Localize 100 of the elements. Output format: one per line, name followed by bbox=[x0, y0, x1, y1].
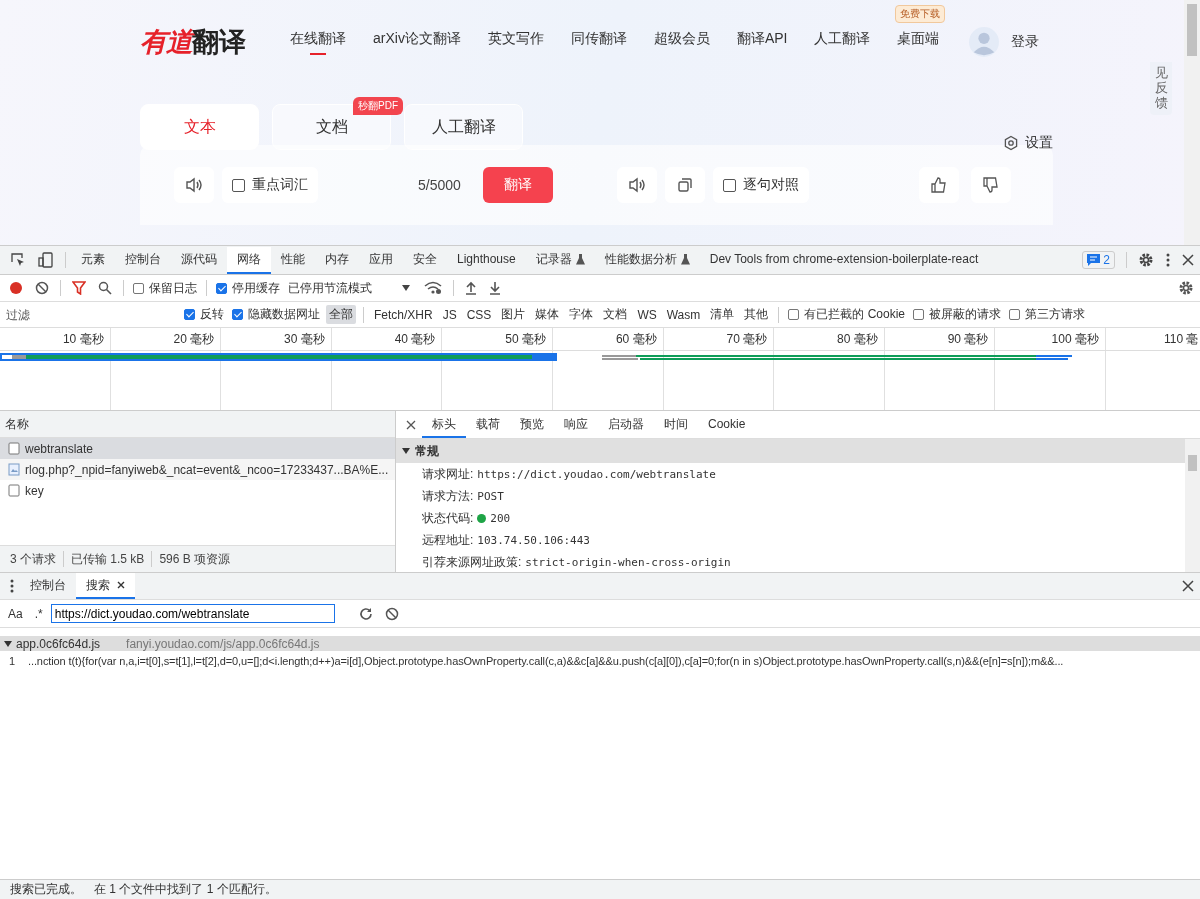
copy-button[interactable] bbox=[664, 167, 705, 203]
checkbox[interactable] bbox=[722, 178, 736, 192]
close-icon[interactable] bbox=[1182, 254, 1194, 266]
panel-tab[interactable]: Dev Tools from chrome-extension-boilerplate-react bbox=[699, 246, 989, 274]
filter-option-checkbox[interactable]: 被屏蔽的请求 bbox=[913, 306, 1001, 323]
detail-tab[interactable]: Cookie bbox=[698, 411, 756, 438]
nav-link[interactable]: 桌面端 bbox=[897, 27, 940, 57]
filter-option-checkbox[interactable]: 第三方请求 bbox=[1009, 306, 1085, 323]
device-toolbar-icon[interactable] bbox=[38, 252, 54, 268]
type-filter-button[interactable]: CSS bbox=[463, 306, 495, 323]
inspect-icon[interactable] bbox=[10, 252, 26, 268]
speaker-button[interactable] bbox=[174, 167, 214, 203]
settings-icon[interactable] bbox=[1138, 252, 1154, 268]
checkbox[interactable] bbox=[216, 282, 227, 294]
type-filter-button[interactable]: Wasm bbox=[663, 306, 704, 323]
mode-tab[interactable]: 文本 bbox=[140, 104, 259, 150]
panel-tab[interactable]: 应用 bbox=[359, 246, 403, 274]
search-field[interactable]: https://dict.youdao.com/webtranslate bbox=[50, 604, 335, 623]
filter-option-checkbox[interactable]: 有已拦截的 Cookie bbox=[788, 306, 905, 323]
detail-tab[interactable]: 预览 bbox=[510, 411, 554, 438]
type-filter-button[interactable]: 字体 bbox=[566, 305, 597, 324]
section-header[interactable]: 常规 bbox=[396, 439, 1185, 463]
regex-button[interactable]: .* bbox=[30, 606, 47, 621]
checkbox[interactable] bbox=[788, 309, 800, 320]
type-filter-button[interactable]: 文档 bbox=[600, 305, 631, 324]
network-conditions-icon[interactable] bbox=[424, 281, 442, 295]
scrollbar-thumb[interactable] bbox=[1187, 4, 1197, 56]
download-icon[interactable] bbox=[489, 281, 501, 295]
speaker-button[interactable] bbox=[616, 167, 657, 203]
detail-tab[interactable]: 响应 bbox=[554, 411, 598, 438]
translate-button[interactable]: 翻译 bbox=[482, 167, 553, 203]
request-row[interactable]: webtranslate bbox=[0, 438, 395, 459]
clear-icon[interactable] bbox=[384, 606, 399, 621]
checkbox[interactable] bbox=[184, 309, 195, 320]
clear-icon[interactable] bbox=[35, 281, 49, 295]
settings-button[interactable]: 设置 bbox=[1002, 134, 1053, 152]
type-filter-button[interactable]: 清单 bbox=[707, 305, 738, 324]
column-header[interactable]: 名称 bbox=[0, 411, 395, 438]
type-filter-button[interactable]: 图片 bbox=[498, 305, 529, 324]
feedback-tab[interactable]: 见反馈 bbox=[1150, 62, 1172, 115]
panel-tab[interactable]: 元素 bbox=[71, 246, 115, 274]
match-case-button[interactable]: Aa bbox=[4, 606, 27, 621]
hide-data-urls-checkbox[interactable]: 隐藏数据网址 bbox=[232, 306, 320, 323]
type-filter-button[interactable]: 全部 bbox=[326, 305, 356, 324]
close-icon[interactable] bbox=[1182, 580, 1194, 592]
detail-tab[interactable]: 时间 bbox=[654, 411, 698, 438]
more-icon[interactable] bbox=[1166, 253, 1170, 267]
detail-tab[interactable]: 启动器 bbox=[598, 411, 654, 438]
detail-tab[interactable]: 载荷 bbox=[466, 411, 510, 438]
panel-tab[interactable]: 性能 bbox=[271, 246, 315, 274]
thumbs-down-button[interactable] bbox=[970, 167, 1011, 203]
checkbox[interactable] bbox=[1009, 309, 1020, 320]
scrollbar[interactable] bbox=[1185, 439, 1200, 572]
filter-icon[interactable] bbox=[72, 281, 86, 295]
thumbs-up-button[interactable] bbox=[918, 167, 959, 203]
nav-link[interactable]: 在线翻译 bbox=[290, 27, 346, 57]
checkbox[interactable] bbox=[913, 309, 924, 320]
nav-link[interactable]: 超级会员 bbox=[653, 27, 710, 57]
panel-tab[interactable]: Lighthouse bbox=[447, 246, 526, 274]
panel-tab[interactable]: 网络 bbox=[227, 246, 271, 274]
type-filter-button[interactable]: WS bbox=[634, 306, 660, 323]
close-icon[interactable] bbox=[117, 581, 125, 589]
settings-icon[interactable] bbox=[1178, 280, 1194, 296]
key-words-toggle[interactable]: 重点词汇 bbox=[222, 167, 318, 203]
panel-tab[interactable]: 控制台 bbox=[115, 246, 171, 274]
sentence-compare-toggle[interactable]: 逐句对照 bbox=[712, 167, 809, 203]
refresh-icon[interactable] bbox=[358, 606, 373, 621]
panel-tab[interactable]: 内存 bbox=[315, 246, 359, 274]
nav-link[interactable]: 同传翻译 bbox=[570, 27, 627, 57]
record-icon[interactable] bbox=[9, 281, 23, 295]
preserve-log-checkbox[interactable]: 保留日志 bbox=[133, 279, 197, 297]
drawer-tab[interactable]: 控制台 bbox=[20, 573, 76, 599]
type-filter-button[interactable]: Fetch/XHR bbox=[371, 306, 436, 323]
more-icon[interactable] bbox=[10, 579, 14, 593]
panel-tab[interactable]: 性能数据分析 bbox=[594, 246, 700, 274]
match-line[interactable]: ...nction t(t){for(var n,a,i=t[0],s=t[1],l=t[2],d=0,u=[];d<i.length;d++)a=i[d],Object.prototype.hasOwnProperty.call(c,a)&&c[a]&&u.push(c[a][0]),c[a]=0;for(n in s)Object.prototype.hasOwnProperty.call(s,n)&&(e[n]=s[n]);m&&... bbox=[24, 655, 1064, 667]
nav-link[interactable]: 英文写作 bbox=[487, 27, 544, 57]
invert-checkbox[interactable]: 反转 bbox=[184, 306, 224, 323]
search-icon[interactable] bbox=[98, 281, 112, 295]
checkbox[interactable] bbox=[133, 282, 144, 294]
scrollbar[interactable] bbox=[1184, 0, 1200, 245]
type-filter-button[interactable]: JS bbox=[439, 306, 460, 323]
issues-badge[interactable]: 2 bbox=[1082, 251, 1115, 269]
disable-cache-checkbox[interactable]: 停用缓存 bbox=[216, 279, 280, 297]
drawer-tab[interactable]: 搜索 bbox=[76, 573, 135, 599]
checkbox[interactable] bbox=[232, 178, 245, 192]
panel-tab[interactable]: 记录器 bbox=[525, 246, 595, 274]
checkbox[interactable] bbox=[232, 309, 243, 320]
throttling-dropdown[interactable]: 已停用节流模式 bbox=[288, 279, 410, 297]
result-file-row[interactable]: app.0c6fc64d.js fanyi.youdao.com/js/app.0c6fc64d.js bbox=[0, 636, 1200, 651]
upload-icon[interactable] bbox=[465, 281, 477, 295]
login-link[interactable]: 登录 bbox=[1011, 33, 1040, 51]
nav-link[interactable]: 人工翻译 bbox=[814, 27, 871, 57]
type-filter-button[interactable]: 其他 bbox=[741, 305, 772, 324]
request-row[interactable]: rlog.php?_npid=fanyiweb&_ncat=event&_ncoo=17233437...BA%E... bbox=[0, 459, 395, 480]
panel-tab[interactable]: 安全 bbox=[403, 246, 447, 274]
nav-link[interactable]: arXiv论文翻译 bbox=[373, 27, 461, 57]
nav-link[interactable]: 翻译API bbox=[736, 27, 788, 57]
scrollbar-thumb[interactable] bbox=[1188, 455, 1197, 471]
panel-tab[interactable]: 源代码 bbox=[171, 246, 227, 274]
